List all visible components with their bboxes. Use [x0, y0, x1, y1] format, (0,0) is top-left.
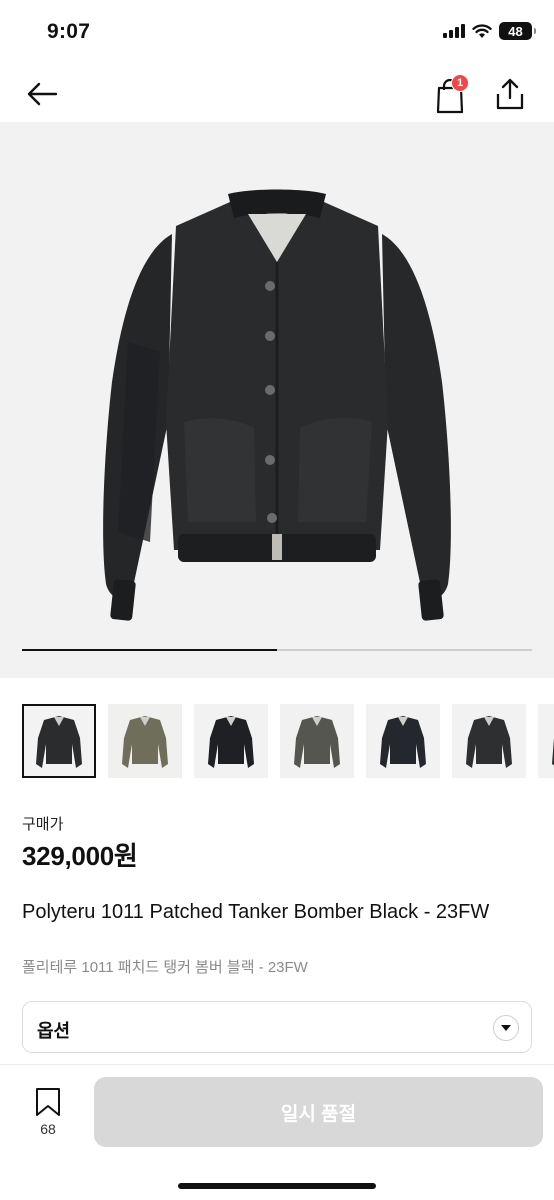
back-button[interactable]: [22, 76, 62, 112]
home-indicator: [178, 1183, 376, 1189]
product-title: Polyteru 1011 Patched Tanker Bomber Blac…: [22, 901, 490, 923]
price-label: 구매가: [22, 816, 64, 833]
arrow-left-icon: [27, 82, 58, 106]
thumbnail-7[interactable]: [538, 704, 554, 778]
share-button[interactable]: [492, 76, 528, 112]
thumbnail-strip[interactable]: [22, 704, 554, 780]
cellular-signal-icon: [443, 24, 465, 38]
top-nav: 1: [0, 66, 554, 122]
bookmark-button[interactable]: 68: [26, 1087, 70, 1139]
cart-count-badge: 1: [451, 74, 469, 92]
price-value: 329,000원: [22, 841, 138, 871]
option-select[interactable]: 옵션: [22, 1001, 532, 1053]
share-icon: [496, 78, 524, 110]
product-image: [22, 189, 532, 651]
wifi-icon: [472, 24, 492, 38]
status-bar: 9:07 48: [0, 0, 554, 66]
bookmark-icon: [36, 1088, 60, 1116]
cart-button[interactable]: 1: [432, 74, 472, 114]
gallery-progress-group: [22, 649, 532, 651]
product-image-carousel[interactable]: [0, 122, 554, 678]
status-icons: 48: [443, 22, 536, 40]
thumbnail-3[interactable]: [194, 704, 268, 778]
product-title-korean: 폴리테루 1011 패치드 탱커 봄버 블랙 - 23FW: [22, 959, 308, 976]
status-time: 9:07: [47, 20, 91, 43]
thumbnail-6[interactable]: [452, 704, 526, 778]
bottom-action-bar: 68 일시 품절: [0, 1064, 554, 1200]
thumbnail-5[interactable]: [366, 704, 440, 778]
thumbnail-1[interactable]: [22, 704, 96, 778]
battery-level: 48: [508, 23, 523, 39]
thumbnail-4[interactable]: [280, 704, 354, 778]
battery-icon: 48: [499, 22, 536, 40]
sold-out-button[interactable]: 일시 품절: [94, 1077, 543, 1147]
thumbnail-2[interactable]: [108, 704, 182, 778]
bookmark-count: 68: [40, 1121, 56, 1137]
option-label: 옵션: [37, 1021, 71, 1041]
chevron-down-icon: [493, 1015, 519, 1041]
